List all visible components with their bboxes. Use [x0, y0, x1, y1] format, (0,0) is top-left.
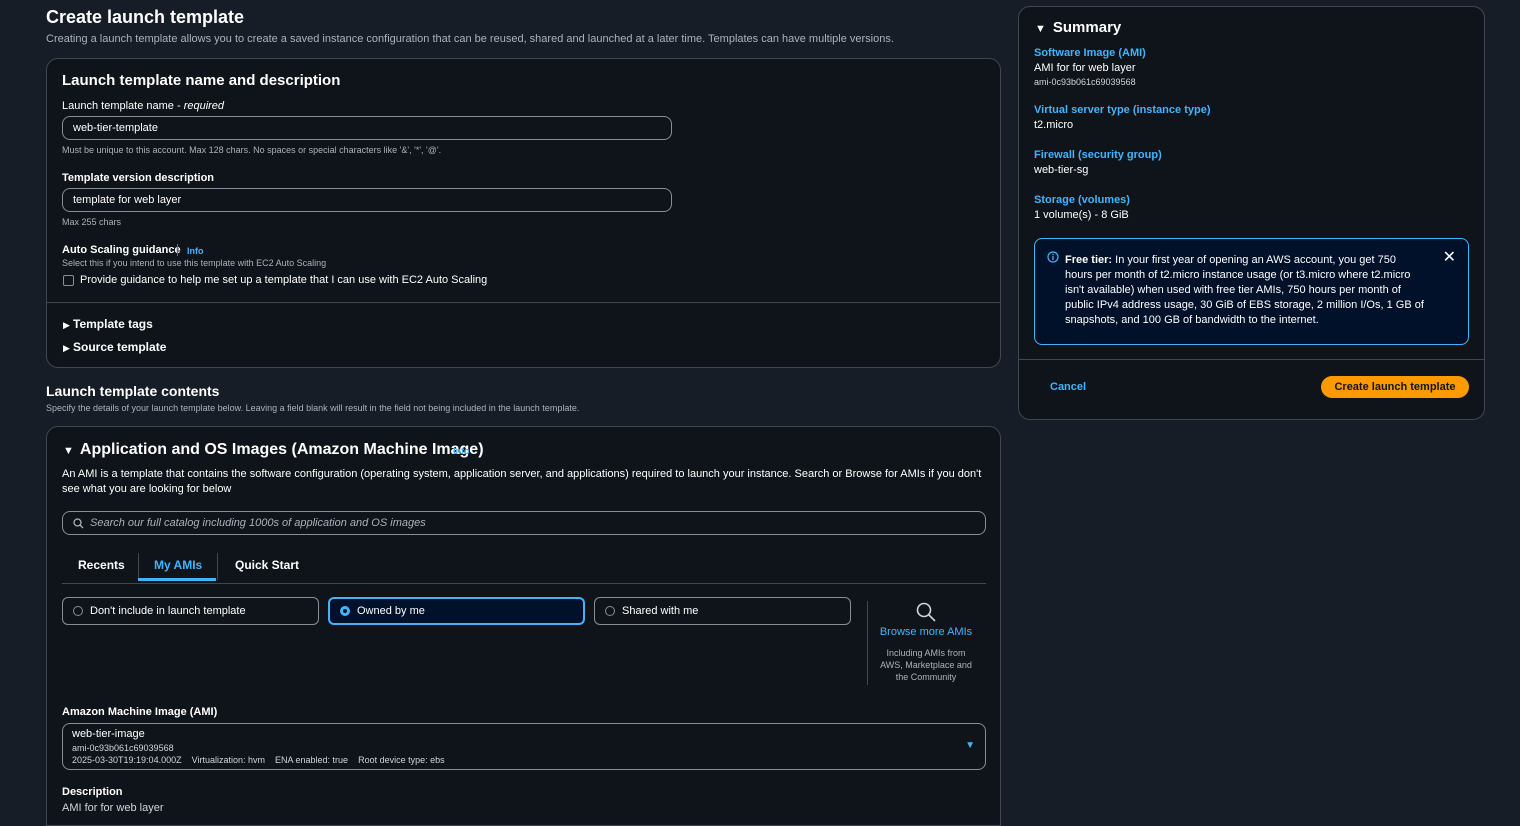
summary-instance-type-value: t2.micro: [1034, 119, 1074, 131]
ami-section-toggle[interactable]: ▼ Application and OS Images (Amazon Machi…: [63, 441, 484, 459]
ami-card: ▼ Application and OS Images (Amazon Machi…: [46, 426, 1001, 826]
radio-selected: [340, 606, 350, 616]
create-launch-template-button[interactable]: Create launch template: [1321, 376, 1469, 398]
caret-right-icon: ▶: [63, 320, 70, 330]
page-subtitle: Creating a launch template allows you to…: [46, 33, 894, 45]
auto-scaling-checkbox-label[interactable]: Provide guidance to help me set up a tem…: [80, 274, 487, 286]
ami-select[interactable]: web-tier-image ami-0c93b061c69039568 202…: [62, 723, 986, 770]
source-template-label: Source template: [73, 340, 167, 354]
summary-ami-value: AMI for for web layer: [1034, 62, 1136, 74]
free-tier-title: Free tier:: [1065, 254, 1113, 266]
name-section-heading: Launch template name and description: [62, 72, 341, 89]
template-tags-toggle[interactable]: ▶ Template tags: [63, 317, 153, 331]
search-icon: [73, 518, 84, 529]
ami-id: ami-0c93b061c69039568: [72, 743, 174, 753]
free-tier-alert: Free tier: In your first year of opening…: [1034, 238, 1469, 345]
summary-heading: Summary: [1052, 19, 1122, 36]
ami-info-link[interactable]: Info: [453, 446, 470, 456]
label-divider: [177, 244, 178, 256]
option-dont-include[interactable]: Don't include in launch template: [62, 597, 319, 625]
summary-divider: [1019, 359, 1484, 360]
ami-description-label: Description: [62, 786, 123, 798]
template-name-input[interactable]: web-tier-template: [62, 116, 672, 140]
browse-divider: [867, 601, 868, 685]
ami-virtualization: Virtualization: hvm: [191, 755, 265, 765]
auto-scaling-info-link[interactable]: Info: [187, 246, 204, 256]
template-name-hint: Must be unique to this account. Max 128 …: [62, 145, 442, 155]
free-tier-text: Free tier: In your first year of opening…: [1065, 253, 1425, 328]
summary-storage-key[interactable]: Storage (volumes): [1034, 194, 1130, 206]
summary-instance-type-key[interactable]: Virtual server type (instance type): [1034, 104, 1210, 116]
ami-name: web-tier-image: [72, 728, 145, 740]
summary-storage-value: 1 volume(s) - 8 GiB: [1034, 209, 1129, 221]
auto-scaling-checkbox[interactable]: [63, 275, 74, 286]
option-shared-with-me-label: Shared with me: [622, 605, 699, 617]
option-shared-with-me[interactable]: Shared with me: [594, 597, 851, 625]
ami-select-label: Amazon Machine Image (AMI): [62, 706, 218, 718]
search-icon: [916, 602, 936, 622]
auto-scaling-label: Auto Scaling guidance: [62, 244, 181, 256]
summary-ami-key[interactable]: Software Image (AMI): [1034, 47, 1146, 59]
template-description-hint: Max 255 chars: [62, 217, 122, 227]
option-owned-by-me[interactable]: Owned by me: [328, 597, 585, 625]
summary-panel: ▼ Summary Software Image (AMI) AMI for fo…: [1018, 6, 1485, 420]
tab-separator: [217, 553, 218, 580]
option-dont-include-label: Don't include in launch template: [90, 605, 246, 617]
summary-toggle[interactable]: ▼ Summary: [1035, 19, 1121, 36]
page-title: Create launch template: [46, 7, 245, 27]
contents-heading: Launch template contents: [46, 383, 220, 399]
caret-right-icon: ▶: [63, 343, 70, 353]
info-icon: [1047, 251, 1059, 263]
radio-unselected: [605, 606, 615, 616]
tab-recents[interactable]: Recents: [78, 558, 125, 572]
ami-ena: ENA enabled: true: [275, 755, 349, 765]
required-marker: required: [183, 100, 225, 112]
template-tags-label: Template tags: [73, 317, 153, 331]
ami-section-heading: Application and OS Images (Amazon Machin…: [79, 441, 484, 458]
ami-search-input[interactable]: Search our full catalog including 1000s …: [62, 511, 986, 535]
close-icon[interactable]: ✕: [1443, 247, 1456, 267]
tab-my-amis[interactable]: My AMIs: [154, 558, 202, 572]
source-template-toggle[interactable]: ▶ Source template: [63, 340, 166, 354]
chevron-down-icon: ▼: [965, 740, 975, 751]
template-description-label: Template version description: [62, 172, 215, 184]
ami-description: An AMI is a template that contains the s…: [62, 468, 982, 495]
browse-more-amis-link[interactable]: Browse more AMIs: [876, 626, 976, 638]
auto-scaling-hint: Select this if you intend to use this te…: [62, 258, 327, 268]
ami-search-placeholder: Search our full catalog including 1000s …: [90, 517, 426, 529]
ami-description-value: AMI for for web layer: [62, 802, 164, 814]
tab-separator: [138, 553, 139, 580]
cancel-button[interactable]: Cancel: [1050, 381, 1086, 393]
ami-root-device: Root device type: ebs: [358, 755, 445, 765]
template-name-label: Launch template name - required: [62, 100, 224, 112]
browse-more-description: Including AMIs from AWS, Marketplace and…: [880, 648, 972, 682]
name-description-card: Launch template name and description Lau…: [46, 58, 1001, 368]
radio-unselected: [73, 606, 83, 616]
summary-firewall-value: web-tier-sg: [1034, 164, 1089, 176]
caret-down-icon: ▼: [1035, 23, 1046, 35]
template-name-label-text: Launch template name -: [62, 100, 184, 112]
caret-down-icon: ▼: [63, 445, 74, 457]
section-divider: [47, 302, 1000, 303]
template-description-input[interactable]: template for web layer: [62, 188, 672, 212]
contents-subtitle: Specify the details of your launch templ…: [46, 403, 580, 413]
option-owned-by-me-label: Owned by me: [357, 605, 425, 617]
free-tier-body: In your first year of opening an AWS acc…: [1065, 254, 1424, 326]
tabs-divider: [62, 583, 986, 584]
summary-firewall-key[interactable]: Firewall (security group): [1034, 149, 1162, 161]
tab-quick-start[interactable]: Quick Start: [235, 558, 299, 572]
ami-details: 2025-03-30T19:19:04.000Z Virtualization:…: [72, 755, 445, 765]
active-tab-indicator: [138, 578, 216, 581]
summary-ami-id: ami-0c93b061c69039568: [1034, 77, 1136, 87]
ami-date: 2025-03-30T19:19:04.000Z: [72, 755, 182, 765]
